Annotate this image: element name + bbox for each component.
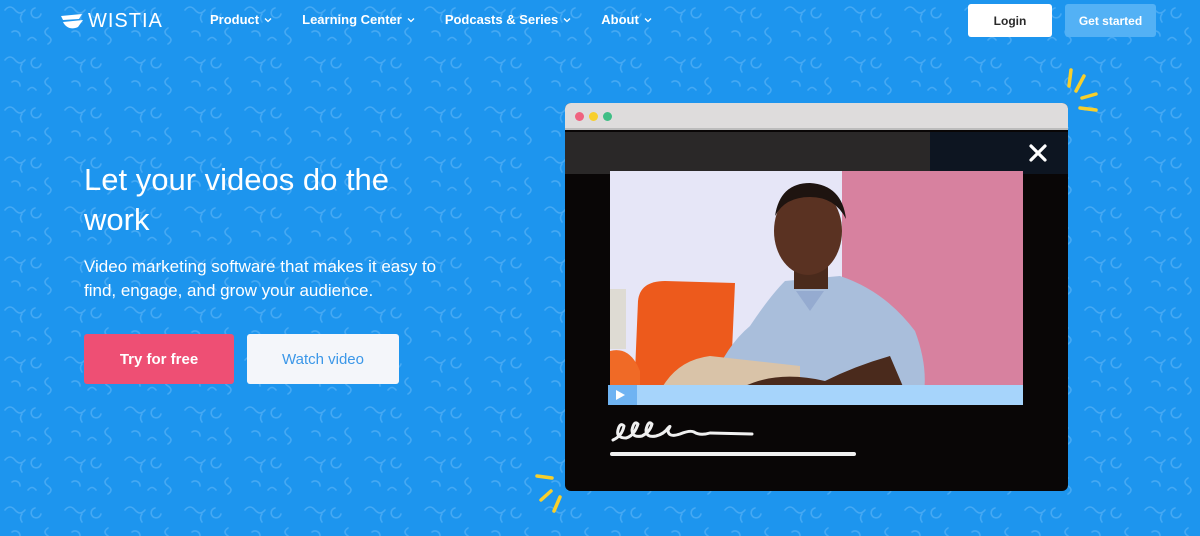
chevron-down-icon	[563, 17, 571, 22]
menu-item-label: Product	[210, 12, 260, 27]
menu-item-label: Learning Center	[302, 12, 402, 27]
close-icon[interactable]	[1028, 143, 1048, 163]
window-minimize-dot	[589, 112, 598, 121]
chevron-down-icon	[407, 17, 415, 22]
top-navigation: WISTIA Product Learning Center Podcasts …	[0, 0, 1200, 42]
signature-scribble	[611, 421, 754, 442]
hero-title: Let your videos do the work	[84, 162, 390, 237]
login-button[interactable]: Login	[968, 4, 1052, 37]
menu-item-product[interactable]: Product	[210, 12, 272, 27]
try-for-free-button[interactable]: Try for free	[84, 334, 234, 384]
menu-item-label: About	[601, 12, 639, 27]
menu-item-learning-center[interactable]: Learning Center	[302, 12, 415, 27]
video-thumbnail-person	[610, 171, 1023, 403]
video-progress-bar[interactable]	[608, 385, 1023, 405]
wistia-logo-icon	[61, 13, 83, 28]
menu-item-about[interactable]: About	[601, 12, 652, 27]
watch-video-button[interactable]: Watch video	[247, 334, 399, 384]
chevron-down-icon	[644, 17, 652, 22]
main-menu: Product Learning Center Podcasts & Serie…	[210, 12, 652, 27]
chevron-down-icon	[264, 17, 272, 22]
spark-decoration-bottom	[535, 474, 562, 513]
popup-backdrop	[565, 132, 930, 174]
hero-subtitle: Video marketing software that makes it e…	[84, 257, 437, 300]
menu-item-label: Podcasts & Series	[444, 12, 559, 27]
wistia-logo[interactable]: WISTIA	[60, 10, 163, 33]
video-player[interactable]	[610, 171, 1023, 403]
menu-item-podcasts-series[interactable]: Podcasts & Series	[445, 12, 571, 27]
spark-decoration-top	[1067, 68, 1098, 112]
window-maximize-dot	[603, 112, 612, 121]
get-started-button[interactable]: Get started	[1065, 4, 1156, 37]
window-close-dot	[575, 112, 584, 121]
video-popup-mockup	[565, 103, 1068, 491]
play-icon[interactable]	[616, 390, 625, 400]
browser-title-bar	[565, 103, 1068, 130]
signature-underline	[610, 452, 856, 456]
logo-wordmark: WISTIA	[88, 10, 163, 32]
